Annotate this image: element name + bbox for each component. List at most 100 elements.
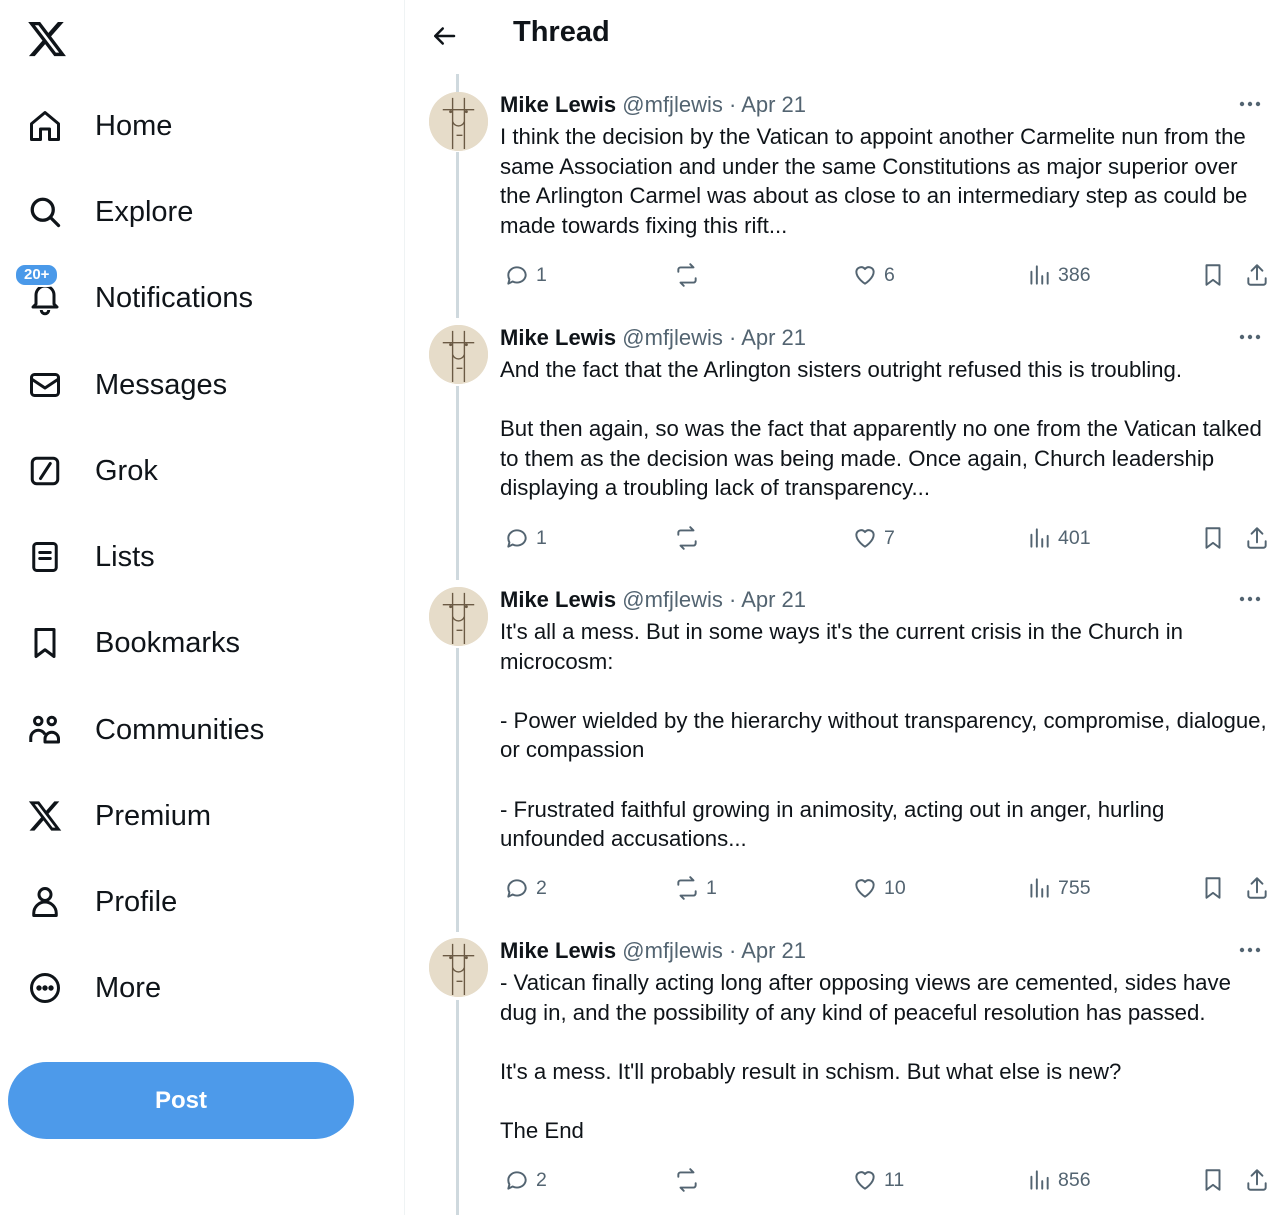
- like-count: 11: [884, 1168, 905, 1191]
- repost-button[interactable]: [674, 262, 706, 288]
- share-icon: [1247, 264, 1267, 286]
- bookmark-button[interactable]: [1200, 875, 1226, 901]
- separator: ·: [728, 938, 737, 963]
- nav-label: More: [95, 971, 162, 1004]
- views-icon: [1030, 1170, 1049, 1190]
- list-icon: [24, 536, 66, 578]
- like-button[interactable]: 6: [852, 262, 895, 288]
- tweet-actions: 2 11 856: [500, 1167, 1270, 1197]
- bookmark-button[interactable]: [1200, 525, 1226, 551]
- more-options-icon[interactable]: [1235, 940, 1265, 960]
- like-count: 6: [884, 263, 895, 286]
- bookmark-icon: [1205, 1169, 1221, 1191]
- nav-label: Grok: [95, 454, 158, 487]
- like-button[interactable]: 11: [852, 1167, 904, 1193]
- author-handle[interactable]: @mfjlewis: [622, 92, 723, 117]
- more-options-icon[interactable]: [1235, 589, 1265, 609]
- reply-button[interactable]: 1: [504, 262, 547, 288]
- heart-icon: [855, 1171, 875, 1190]
- tweet-date[interactable]: Apr 21: [741, 92, 806, 117]
- nav-messages[interactable]: Messages: [24, 355, 227, 415]
- tweet-actions: 2 1 10 755: [500, 875, 1270, 905]
- heart-icon: [855, 879, 875, 898]
- share-button[interactable]: [1244, 262, 1270, 288]
- share-button[interactable]: [1244, 875, 1270, 901]
- reply-count: 1: [536, 526, 547, 549]
- nav-notifications[interactable]: 20+ Notifications: [14, 263, 253, 328]
- share-icon: [1247, 877, 1267, 899]
- page-title: Thread: [513, 16, 610, 48]
- tweet-date[interactable]: Apr 21: [741, 325, 806, 350]
- mail-icon: [24, 364, 66, 406]
- x-logo-icon: [24, 795, 66, 837]
- share-button[interactable]: [1244, 525, 1270, 551]
- notification-badge: 20+: [14, 263, 60, 287]
- post-button[interactable]: Post: [8, 1062, 354, 1139]
- more-circle-icon: [24, 967, 66, 1009]
- repost-button[interactable]: [674, 525, 706, 551]
- views-icon: [1030, 265, 1049, 285]
- avatar[interactable]: [429, 587, 488, 646]
- person-icon: [24, 881, 66, 923]
- avatar[interactable]: [429, 92, 488, 151]
- author-handle[interactable]: @mfjlewis: [622, 587, 723, 612]
- repost-button[interactable]: [674, 1167, 706, 1193]
- repost-icon: [677, 1168, 697, 1192]
- tweet-date[interactable]: Apr 21: [741, 938, 806, 963]
- like-button[interactable]: 7: [852, 525, 895, 551]
- author-name[interactable]: Mike Lewis: [500, 92, 616, 117]
- nav-communities[interactable]: Communities: [24, 700, 264, 760]
- views-button[interactable]: 386: [1026, 262, 1091, 288]
- more-options-icon[interactable]: [1235, 327, 1265, 347]
- nav-label: Messages: [95, 368, 228, 401]
- nav-label: Profile: [95, 885, 178, 918]
- tweet[interactable]: Mike Lewis @mfjlewis · Apr 21 And the fa…: [405, 325, 1281, 565]
- views-button[interactable]: 755: [1026, 875, 1091, 901]
- bookmark-button[interactable]: [1200, 1167, 1226, 1193]
- back-arrow-icon[interactable]: [429, 18, 459, 54]
- views-button[interactable]: 401: [1026, 525, 1091, 551]
- bell-icon: 20+: [14, 263, 66, 319]
- reply-button[interactable]: 2: [504, 1167, 547, 1193]
- tweet-text: And the fact that the Arlington sisters …: [500, 357, 1262, 501]
- nav-grok[interactable]: Grok: [24, 441, 158, 501]
- repost-count: 1: [706, 876, 717, 899]
- view-count: 386: [1058, 263, 1091, 286]
- tweet-header: Mike Lewis @mfjlewis · Apr 21: [500, 92, 806, 118]
- nav-profile[interactable]: Profile: [24, 872, 177, 932]
- nav-bookmarks[interactable]: Bookmarks: [24, 613, 240, 673]
- more-options-icon[interactable]: [1235, 94, 1265, 114]
- reply-icon: [507, 266, 527, 285]
- separator: ·: [728, 325, 737, 350]
- avatar[interactable]: [429, 938, 488, 997]
- reply-count: 1: [536, 263, 547, 286]
- author-name[interactable]: Mike Lewis: [500, 938, 616, 963]
- nav-home[interactable]: Home: [24, 96, 172, 156]
- tweet-header: Mike Lewis @mfjlewis · Apr 21: [500, 325, 806, 351]
- repost-button[interactable]: 1: [674, 875, 717, 901]
- tweet-text: It's all a mess. But in some ways it's t…: [500, 619, 1267, 852]
- tweet[interactable]: Mike Lewis @mfjlewis · Apr 21 It's all a…: [405, 587, 1281, 917]
- tweet-date[interactable]: Apr 21: [741, 587, 806, 612]
- search-icon: [24, 191, 66, 233]
- nav-label: Explore: [95, 195, 194, 228]
- views-button[interactable]: 856: [1026, 1167, 1091, 1193]
- tweet[interactable]: Mike Lewis @mfjlewis · Apr 21 - Vatican …: [405, 938, 1281, 1208]
- reply-button[interactable]: 1: [504, 525, 547, 551]
- author-handle[interactable]: @mfjlewis: [622, 325, 723, 350]
- nav-explore[interactable]: Explore: [24, 182, 193, 242]
- like-button[interactable]: 10: [852, 875, 906, 901]
- reply-button[interactable]: 2: [504, 875, 547, 901]
- share-button[interactable]: [1244, 1167, 1270, 1193]
- nav-lists[interactable]: Lists: [24, 527, 155, 587]
- author-handle[interactable]: @mfjlewis: [622, 938, 723, 963]
- x-logo-icon[interactable]: [26, 18, 68, 60]
- nav-more[interactable]: More: [24, 958, 161, 1018]
- nav-premium[interactable]: Premium: [24, 786, 211, 846]
- avatar[interactable]: [429, 325, 488, 384]
- view-count: 856: [1058, 1168, 1091, 1191]
- tweet[interactable]: Mike Lewis @mfjlewis · Apr 21 I think th…: [405, 92, 1281, 302]
- author-name[interactable]: Mike Lewis: [500, 587, 616, 612]
- author-name[interactable]: Mike Lewis: [500, 325, 616, 350]
- bookmark-button[interactable]: [1200, 262, 1226, 288]
